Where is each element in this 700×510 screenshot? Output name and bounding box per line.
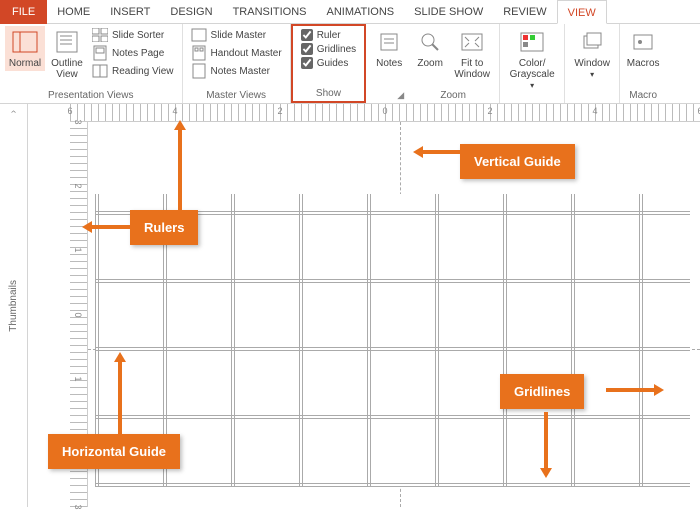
fit-icon	[458, 28, 486, 56]
ribbon: Normal Outline View Slide Sorter Notes P…	[0, 24, 700, 104]
tab-view[interactable]: VIEW	[557, 0, 607, 24]
tab-insert[interactable]: INSERT	[100, 0, 160, 24]
gridlines-check-label: Gridlines	[317, 44, 356, 55]
slide-master-icon	[191, 27, 207, 43]
normal-icon	[11, 28, 39, 56]
window-icon	[578, 28, 606, 56]
show-dialog-launcher[interactable]: ◢	[397, 90, 407, 103]
color-grayscale-button[interactable]: Color/ Grayscale ▾	[505, 26, 559, 93]
outline-icon	[53, 28, 81, 56]
notes-master-button[interactable]: Notes Master	[188, 62, 285, 80]
ruler-checkbox[interactable]: Ruler	[298, 28, 359, 42]
group-label-master: Master Views	[188, 88, 285, 103]
reading-label: Reading View	[112, 66, 174, 77]
group-master-views: Slide Master Handout Master Notes Master…	[183, 24, 291, 103]
macros-button[interactable]: Macros	[625, 26, 661, 71]
gridlines-checkbox[interactable]: Gridlines	[298, 42, 359, 56]
macros-label: Macros	[627, 58, 660, 69]
tab-slideshow[interactable]: SLIDE SHOW	[404, 0, 493, 24]
ruler-check-input[interactable]	[301, 29, 313, 41]
notes-page-button[interactable]: Notes Page	[89, 44, 177, 62]
group-label-zoom: Zoom	[412, 88, 494, 103]
normal-label: Normal	[9, 58, 41, 69]
handout-master-icon	[191, 45, 207, 61]
callout-vertical-guide: Vertical Guide	[460, 144, 575, 179]
guides-checkbox[interactable]: Guides	[298, 56, 359, 70]
tab-file[interactable]: FILE	[0, 0, 47, 24]
thumbnails-label: Thumbnails	[8, 280, 19, 332]
handout-master-button[interactable]: Handout Master	[188, 44, 285, 62]
group-show: Ruler Gridlines Guides Show	[291, 24, 366, 103]
notes-icon	[375, 28, 403, 56]
slide-master-label: Slide Master	[211, 30, 267, 41]
color-icon	[518, 28, 546, 56]
slide-sorter-button[interactable]: Slide Sorter	[89, 26, 177, 44]
group-color: Color/ Grayscale ▾	[500, 24, 565, 103]
notes-page-icon	[92, 45, 108, 61]
group-presentation-views: Normal Outline View Slide Sorter Notes P…	[0, 24, 183, 103]
arrow-gridlines-down	[536, 410, 556, 480]
notes-label: Notes	[376, 58, 402, 69]
fit-label: Fit to Window	[452, 58, 492, 80]
zoom-button[interactable]: Zoom	[412, 26, 448, 71]
reading-icon	[92, 63, 108, 79]
group-label-show: Show	[298, 86, 359, 101]
group-label-window	[570, 88, 614, 103]
ruler-check-label: Ruler	[317, 30, 341, 41]
thumbnails-pane[interactable]: › Thumbnails	[0, 104, 28, 507]
workspace: › Thumbnails 6420246 3210123 Vertical Gu…	[0, 104, 700, 507]
group-label-presentation: Presentation Views	[5, 88, 177, 103]
group-label-macros: Macro	[625, 88, 661, 103]
handout-master-label: Handout Master	[211, 48, 282, 59]
group-notes-btn: Notes ◢	[366, 24, 407, 103]
fit-window-button[interactable]: Fit to Window	[450, 26, 494, 82]
slide-master-button[interactable]: Slide Master	[188, 26, 285, 44]
outline-view-button[interactable]: Outline View	[47, 26, 87, 82]
notes-page-label: Notes Page	[112, 48, 164, 59]
window-label: Window ▾	[572, 58, 612, 80]
reading-view-button[interactable]: Reading View	[89, 62, 177, 80]
callout-rulers: Rulers	[130, 210, 198, 245]
window-button[interactable]: Window ▾	[570, 26, 614, 82]
tab-transitions[interactable]: TRANSITIONS	[223, 0, 317, 24]
zoom-label: Zoom	[417, 58, 443, 69]
normal-view-button[interactable]: Normal	[5, 26, 45, 71]
outline-label: Outline View	[49, 58, 85, 80]
zoom-icon	[416, 28, 444, 56]
horizontal-ruler: 6420246	[70, 104, 700, 122]
tab-review[interactable]: REVIEW	[493, 0, 556, 24]
arrow-rulers-up	[170, 120, 190, 212]
group-window: Window ▾	[565, 24, 620, 103]
macros-icon	[629, 28, 657, 56]
arrow-hguide	[110, 352, 130, 436]
sorter-icon	[92, 27, 108, 43]
ribbon-tabs: FILE HOME INSERT DESIGN TRANSITIONS ANIM…	[0, 0, 700, 24]
guides-check-input[interactable]	[301, 57, 313, 69]
guides-check-label: Guides	[317, 58, 349, 69]
notes-master-label: Notes Master	[211, 66, 270, 77]
callout-gridlines: Gridlines	[500, 374, 584, 409]
arrow-gridlines-right	[604, 380, 664, 400]
tab-home[interactable]: HOME	[47, 0, 100, 24]
notes-master-icon	[191, 63, 207, 79]
expand-thumbnails-icon[interactable]: ›	[8, 110, 19, 113]
callout-horizontal-guide: Horizontal Guide	[48, 434, 180, 469]
sorter-label: Slide Sorter	[112, 30, 164, 41]
arrow-vguide	[413, 142, 463, 162]
tab-animations[interactable]: ANIMATIONS	[317, 0, 405, 24]
notes-button[interactable]: Notes	[371, 26, 407, 71]
tab-design[interactable]: DESIGN	[160, 0, 222, 24]
group-macros: Macros Macro	[620, 24, 666, 103]
arrow-rulers-left	[82, 217, 132, 237]
group-zoom: Zoom Fit to Window Zoom	[407, 24, 500, 103]
color-label: Color/ Grayscale ▾	[507, 58, 557, 91]
gridlines-check-input[interactable]	[301, 43, 313, 55]
